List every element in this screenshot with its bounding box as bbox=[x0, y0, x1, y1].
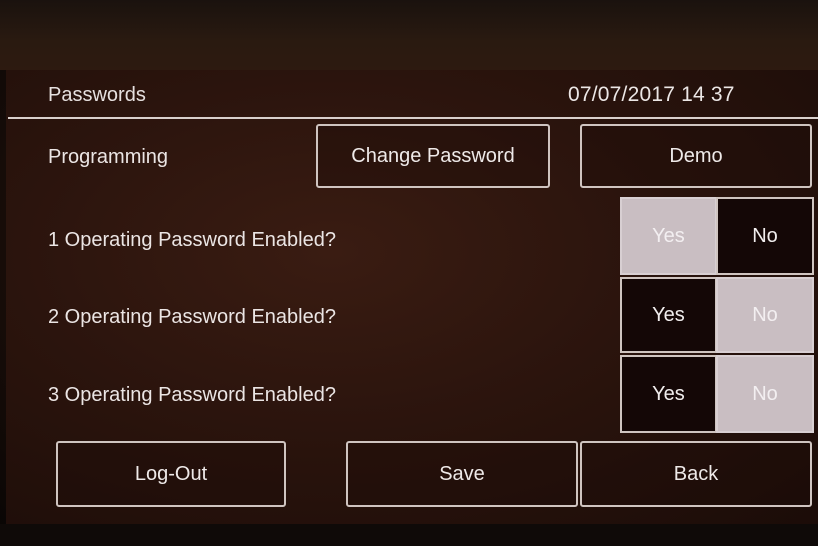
demo-button-label: Demo bbox=[669, 144, 723, 167]
option-3-no-toggle[interactable]: No bbox=[716, 355, 814, 433]
programming-label: Programming bbox=[48, 146, 169, 168]
save-button[interactable]: Save bbox=[346, 441, 578, 507]
demo-button[interactable]: Demo bbox=[580, 124, 812, 188]
device-photo: Passwords 07/07/2017 14 37 Programming C… bbox=[0, 0, 818, 546]
logout-button-label: Log-Out bbox=[134, 462, 208, 485]
option-2-no-toggle[interactable]: No bbox=[716, 277, 814, 353]
option-3-label: 3 Operating Password Enabled? bbox=[48, 384, 336, 406]
datetime-display: 07/07/2017 14 37 bbox=[568, 83, 735, 106]
option-2-no-label: No bbox=[752, 303, 778, 326]
change-password-button[interactable]: Change Password bbox=[316, 124, 550, 188]
logout-button[interactable]: Log-Out bbox=[56, 441, 286, 507]
option-2-yes-label: Yes bbox=[652, 303, 685, 326]
option-2-yes-toggle[interactable]: Yes bbox=[620, 277, 717, 353]
device-bezel-bottom bbox=[0, 524, 818, 546]
save-button-label: Save bbox=[439, 462, 485, 485]
header-divider bbox=[8, 117, 818, 119]
option-1-label: 1 Operating Password Enabled? bbox=[48, 229, 336, 251]
option-1-no-toggle[interactable]: No bbox=[716, 197, 814, 275]
back-button[interactable]: Back bbox=[580, 441, 812, 507]
option-2-label: 2 Operating Password Enabled? bbox=[48, 306, 336, 328]
option-3-yes-toggle[interactable]: Yes bbox=[620, 355, 717, 433]
option-1-yes-label: Yes bbox=[652, 224, 685, 247]
option-1-no-label: No bbox=[752, 224, 778, 247]
option-3-yes-label: Yes bbox=[652, 382, 685, 405]
change-password-button-label: Change Password bbox=[351, 144, 515, 167]
option-1-yes-toggle[interactable]: Yes bbox=[620, 197, 717, 275]
page-title: Passwords bbox=[48, 84, 146, 106]
device-bezel-top bbox=[0, 0, 818, 70]
back-button-label: Back bbox=[673, 462, 719, 485]
option-3-no-label: No bbox=[752, 382, 778, 405]
